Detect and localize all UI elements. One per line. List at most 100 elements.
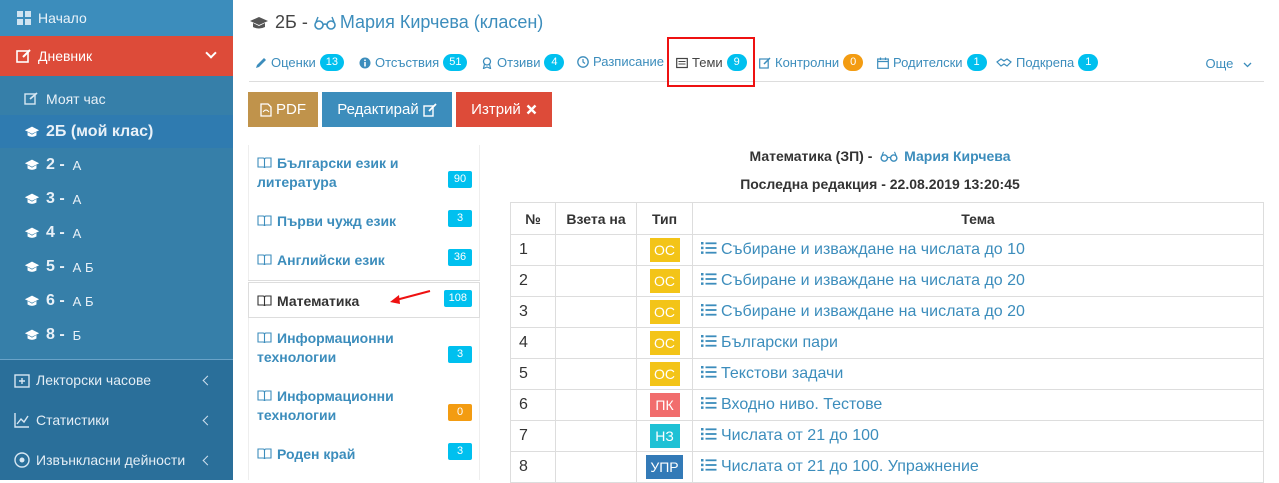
row-topic[interactable]: Събиране и изваждане на числата до 20 (692, 296, 1264, 328)
handshake-icon (996, 57, 1012, 67)
sidebar-item-extracurricular[interactable]: Извънкласни дейности (0, 440, 233, 480)
row-topic[interactable]: Числата от 21 до 100. Упражнение (692, 451, 1264, 483)
class-label: 3 - (46, 190, 65, 207)
subject-item-math[interactable]: Математика 108 (248, 282, 480, 318)
delete-button[interactable]: Изтрий (456, 92, 552, 127)
tab-more-dropdown[interactable]: Още (1205, 56, 1252, 71)
tab-absences[interactable]: Отсъствия 51 (359, 54, 468, 71)
close-icon (526, 104, 537, 115)
football-icon (14, 452, 30, 468)
tab-tests[interactable]: Контролни 0 (759, 54, 864, 71)
tab-label: Отсъствия (375, 55, 440, 70)
button-label: Изтрий (471, 101, 521, 118)
class-sections: А (72, 191, 82, 207)
edit-button[interactable]: Редактирай (322, 92, 452, 127)
subject-name: Английски език (277, 252, 385, 268)
graduation-cap-icon (250, 16, 268, 28)
glasses-icon (314, 16, 336, 30)
book-icon (257, 295, 272, 307)
row-topic[interactable]: Български пари (692, 327, 1264, 359)
class-label: 2 - (46, 156, 65, 173)
tab-support[interactable]: Подкрепа 1 (996, 54, 1099, 71)
subject-badge: 3 (448, 443, 472, 460)
row-number: 3 (510, 296, 556, 328)
subject-badge: 108 (443, 290, 472, 307)
sidebar-item-lector-hours[interactable]: Лекторски часове (0, 360, 233, 400)
row-type: ОС (636, 327, 693, 359)
subject-heading: Математика (ЗП) - Мария Кирчева (496, 148, 1264, 164)
sidebar-item-class-6[interactable]: 6 - А Б (0, 284, 233, 318)
subject-badge: 3 (448, 210, 472, 227)
tab-label: Разписание (593, 54, 664, 69)
sidebar-item-label: Извънкласни дейности (36, 452, 186, 468)
row-topic[interactable]: Текстови задачи (692, 358, 1264, 390)
type-badge: ОС (649, 331, 680, 355)
tab-schedule[interactable]: Разписание (577, 54, 664, 69)
column-header: Тип (636, 202, 693, 235)
sidebar-item-my-hour[interactable]: Моят час (0, 82, 233, 116)
sidebar-item-diary[interactable]: Дневник (0, 36, 233, 76)
list-icon (701, 273, 717, 285)
graduation-cap-icon (24, 126, 40, 137)
chevron-left-icon (202, 415, 213, 426)
sidebar-item-class-2[interactable]: 2 - А (0, 148, 233, 182)
class-label: 5 - (46, 258, 65, 275)
sidebar-item-class-8[interactable]: 8 - Б (0, 318, 233, 352)
subject-name: Информационни технологии (257, 388, 394, 423)
table-row: 5 ОС Текстови задачи (510, 358, 1264, 390)
subject-item-it-2[interactable]: Информационни технологии 0 (248, 376, 480, 434)
arrow-annotation (390, 290, 431, 304)
subject-name: Първи чужд език (277, 213, 397, 229)
subject-item-bulgarian[interactable]: Български език и литература 90 (248, 145, 480, 202)
sidebar-item-label: Статистики (36, 412, 110, 428)
sidebar-item-statistics[interactable]: Статистики (0, 400, 233, 440)
subject-item-first-foreign[interactable]: Първи чужд език 3 (248, 202, 480, 240)
subject-name: Роден край (277, 446, 356, 462)
teacher-link[interactable]: Мария Кирчева (904, 148, 1010, 164)
sidebar-item-home[interactable]: Начало (0, 0, 233, 36)
tab-label: Оценки (271, 55, 316, 70)
list-icon (701, 242, 717, 254)
topic-text: Събиране и изваждане на числата до 20 (721, 272, 1025, 289)
table-header-row: № Взета на Тип Тема (510, 202, 1264, 235)
clock-icon (577, 55, 589, 68)
class-sections: А (72, 157, 82, 173)
tab-badge: 4 (544, 54, 565, 71)
topic-text: Текстови задачи (721, 365, 844, 382)
row-topic[interactable]: Входно ниво. Тестове (692, 389, 1264, 421)
row-taken-date (555, 358, 637, 390)
type-badge: ОС (649, 269, 680, 293)
sidebar-item-class-5[interactable]: 5 - А Б (0, 250, 233, 284)
table-row: 7 НЗ Числата от 21 до 100 (510, 420, 1264, 452)
subject-item-english[interactable]: Английски език 36 (248, 240, 480, 280)
sidebar-item-class-3[interactable]: 3 - А (0, 182, 233, 216)
chevron-left-icon (202, 455, 213, 466)
list-icon (701, 428, 717, 440)
tab-reviews[interactable]: Отзиви 4 (481, 54, 565, 71)
subject-item-native-land[interactable]: Роден край 3 (248, 434, 480, 480)
sidebar-item-label: Дневник (38, 48, 93, 64)
row-number: 8 (510, 451, 556, 483)
row-topic[interactable]: Събиране и изваждане на числата до 20 (692, 265, 1264, 297)
sidebar-item-class-2b[interactable]: 2Б (мой клас) (0, 115, 233, 149)
class-sections: Б (72, 327, 82, 343)
subject-name: Математика (277, 293, 360, 309)
sidebar-item-label: Начало (38, 10, 87, 26)
pdf-button[interactable]: PDF (248, 92, 318, 127)
sidebar-item-class-4[interactable]: 4 - А (0, 216, 233, 250)
subject-name: Български език и литература (257, 155, 399, 190)
row-topic[interactable]: Събиране и изваждане на числата до 10 (692, 234, 1264, 266)
column-header: Тема (692, 202, 1264, 235)
calendar-plus-icon (14, 374, 30, 388)
row-taken-date (555, 327, 637, 359)
tab-badge: 51 (443, 54, 468, 71)
row-topic[interactable]: Числата от 21 до 100 (692, 420, 1264, 452)
graduation-cap-icon (24, 159, 40, 170)
table-row: 4 ОС Български пари (510, 327, 1264, 359)
book-icon (257, 254, 272, 266)
tab-parents[interactable]: Родителски 1 (877, 54, 987, 71)
subject-item-it-1[interactable]: Информационни технологии 3 (248, 318, 480, 376)
teacher-link[interactable]: Мария Кирчева (класен) (340, 12, 543, 33)
table-row: 3 ОС Събиране и изваждане на числата до 20 (510, 296, 1264, 328)
tab-grades[interactable]: Оценки 13 (255, 54, 345, 71)
